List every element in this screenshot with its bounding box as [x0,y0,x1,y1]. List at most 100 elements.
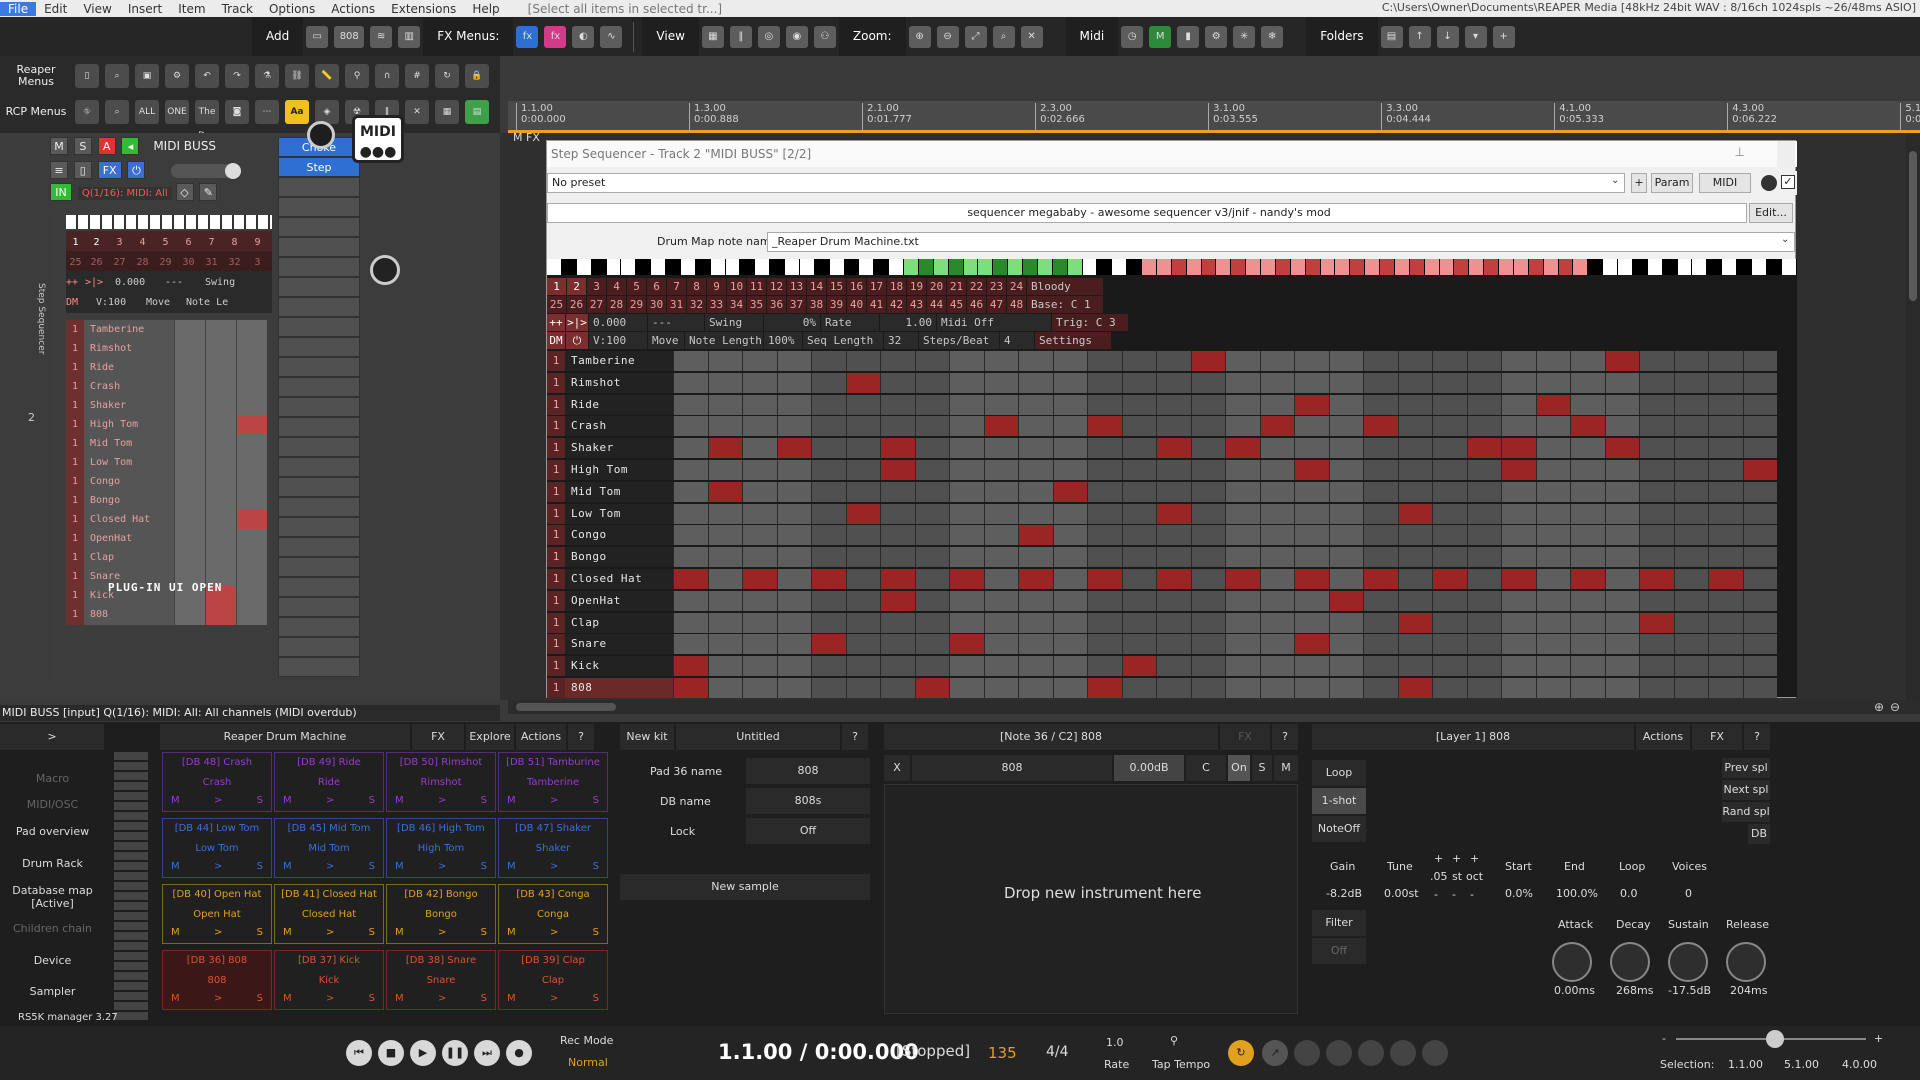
step-cell[interactable] [914,634,949,655]
step-sequence-button[interactable]: Step Sequence [278,157,360,194]
mini-step-cell[interactable] [174,358,205,378]
piano-key[interactable] [933,259,949,275]
step-cell[interactable] [1363,481,1398,502]
step-cell[interactable] [1673,525,1708,546]
calc-icon[interactable]: ▤ [465,100,489,124]
step-cell[interactable] [1363,460,1398,480]
next-sample-button[interactable]: Next spl [1722,780,1770,800]
step-cell[interactable] [914,612,949,633]
mini-step-cell[interactable] [205,605,236,625]
loop-toggle-icon[interactable]: ↻ [1228,1040,1254,1066]
explore-button[interactable]: Explore [466,724,514,750]
actions-button[interactable]: Actions [516,724,566,750]
step-cell[interactable] [1501,394,1536,415]
fx-button[interactable]: FX [97,161,122,179]
zoom-fit-icon[interactable]: ⤢ [964,25,987,48]
step-cell[interactable] [880,547,915,568]
step-cell[interactable] [1673,547,1708,568]
step-cell[interactable] [1328,460,1363,480]
mini-step-cell[interactable] [174,434,205,454]
step-cell[interactable] [707,372,742,393]
mini-step[interactable]: 27 [108,257,131,268]
step-cell[interactable] [707,569,742,589]
velocity-value[interactable]: V:100 [589,331,647,349]
oneshot-button[interactable]: 1-shot [1312,788,1366,814]
piano-key[interactable] [695,259,711,275]
step-cell[interactable] [1535,678,1570,698]
horizontal-scrollbar[interactable]: ⊖ ⊕ [508,700,1920,714]
step-number[interactable]: 7 [667,277,686,295]
step-cell[interactable] [1363,569,1398,589]
pad-solo-button[interactable]: S [481,791,487,811]
step-cell[interactable] [1052,612,1087,633]
piano-key[interactable] [1543,259,1559,275]
step-cell[interactable] [1535,438,1570,459]
fx-slot[interactable] [278,317,360,337]
piano-key[interactable] [755,259,771,275]
step-cell[interactable] [1432,394,1467,415]
mini-drum-num[interactable]: 1 [66,548,84,568]
solo-button[interactable]: S [73,137,92,155]
pad-solo-button[interactable]: S [257,857,263,877]
step-cell[interactable] [1570,481,1605,502]
step-cell[interactable] [1225,394,1260,415]
step-cell[interactable] [673,460,708,480]
step-cell[interactable] [673,525,708,546]
zoom-out-icon[interactable]: ⊖ [1890,700,1900,714]
mini-step-cell[interactable] [174,529,205,549]
step-cell[interactable] [811,590,846,611]
step-cell[interactable] [983,612,1018,633]
step-cell[interactable] [1673,351,1708,371]
piano-key[interactable] [1618,259,1633,275]
step-cell[interactable] [1570,590,1605,611]
menu-extensions[interactable]: Extensions [383,2,464,16]
step-cell[interactable] [1052,590,1087,611]
menu-insert[interactable]: Insert [120,2,170,16]
drum-pad[interactable]: [DB 37] Kick Kick M > S [274,950,384,1010]
param-button[interactable]: Param [1651,173,1693,193]
step-cell[interactable] [1432,634,1467,655]
step-cell[interactable] [1535,634,1570,655]
step-cell[interactable] [880,612,915,633]
step-cell[interactable] [1570,503,1605,524]
step-cell[interactable] [1259,438,1294,459]
input-toggle-icon[interactable]: ◇ [175,183,194,201]
pad-solo-button[interactable]: S [593,923,599,943]
step-cell[interactable] [1397,503,1432,524]
step-cell[interactable] [1190,460,1225,480]
drum-pad[interactable]: [DB 47] Shaker Shaker M > S [498,818,608,878]
step-cell[interactable] [707,394,742,415]
font-icon[interactable]: Aa [285,100,309,124]
step-cell[interactable] [983,503,1018,524]
mini-drum-num[interactable]: 1 [66,434,84,454]
folder-down-icon[interactable]: ↓ [1436,25,1459,48]
step-cell[interactable] [1363,351,1398,371]
pad-mute-button[interactable]: M [283,857,292,877]
step-cell[interactable] [1466,590,1501,611]
mini-step-cell[interactable] [205,453,236,473]
piano-key[interactable] [1469,259,1485,275]
step-number[interactable]: 2 [567,277,586,295]
step-cell[interactable] [1225,656,1260,677]
step-cell[interactable] [1501,547,1536,568]
seq-length-value[interactable]: 32 [884,331,918,349]
route-icon[interactable]: ⛗ [75,100,99,124]
step-cell[interactable] [1639,438,1674,459]
step-number[interactable]: 24 [1007,277,1026,295]
drum-row-number[interactable]: 1 [547,460,565,480]
mini-step[interactable]: 28 [131,257,154,268]
piano-key[interactable] [1782,259,1797,275]
expand-button[interactable]: > [0,724,104,750]
step-cell[interactable] [1121,460,1156,480]
fx-chain-icon[interactable]: fx [544,25,567,48]
insert-button[interactable]: ++ [547,313,565,331]
mini-drum-num[interactable]: 1 [66,396,84,416]
step-number[interactable]: 43 [907,295,926,313]
keyboard-icon[interactable]: ▥ [398,25,421,48]
mini-drum-num[interactable]: 1 [66,320,84,340]
step-cell[interactable] [1052,656,1087,677]
pad-play-button[interactable]: > [326,791,334,811]
rate-value[interactable]: 1.00 [880,313,936,331]
pause-icon[interactable]: ❚❚ [442,1040,468,1066]
mini-step-cell[interactable] [205,510,236,530]
